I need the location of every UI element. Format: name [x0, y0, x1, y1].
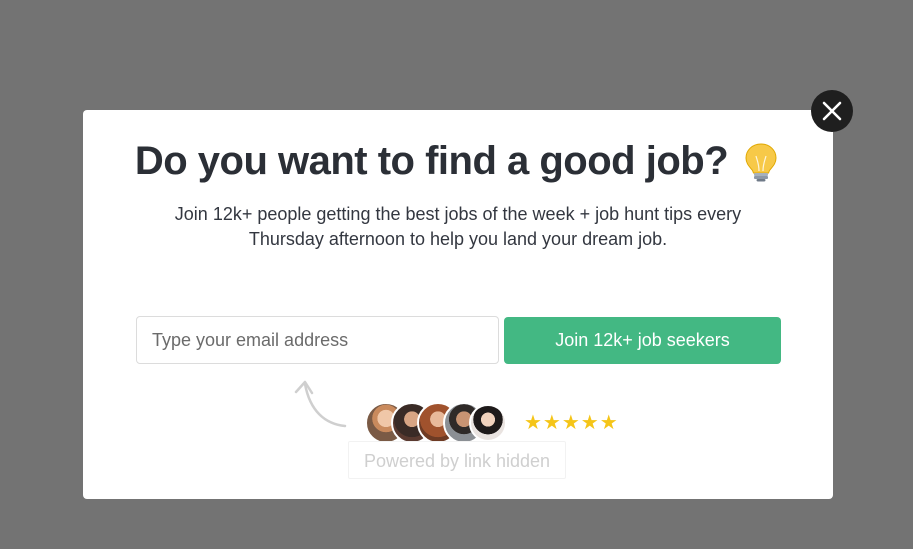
rating-stars: ★★★★★ — [524, 410, 619, 434]
modal-title: Do you want to find a good job? — [134, 139, 729, 183]
curved-arrow-icon — [294, 380, 347, 428]
join-button[interactable]: Join 12k+ job seekers — [504, 317, 781, 364]
close-button[interactable] — [811, 90, 853, 132]
modal-subtitle: Join 12k+ people getting the best jobs o… — [174, 204, 742, 249]
close-icon — [822, 101, 842, 121]
avatar — [469, 404, 507, 442]
email-input[interactable] — [136, 316, 499, 364]
modal-title-row: Do you want to find a good job? — [0, 139, 913, 184]
lightbulb-icon — [745, 142, 777, 181]
powered-by-link[interactable]: Powered by link hidden — [348, 441, 566, 479]
